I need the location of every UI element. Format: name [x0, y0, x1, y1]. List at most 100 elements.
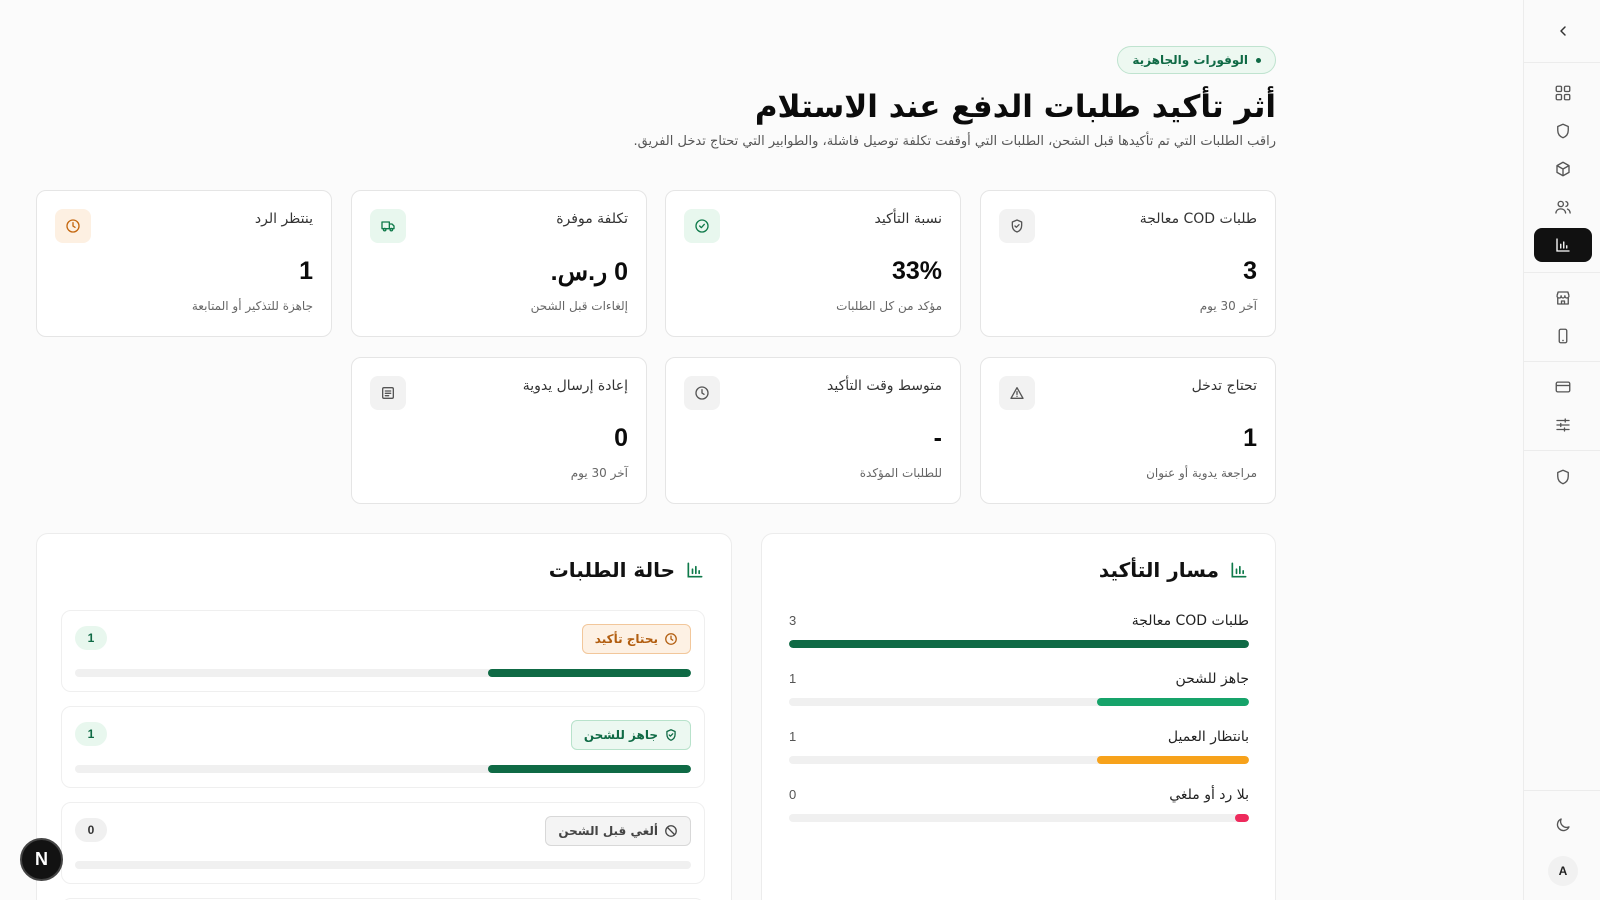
pipeline-track: [789, 756, 1249, 764]
stat-icon-wrap: [55, 209, 91, 243]
stat-note: مؤكد من كل الطلبات: [836, 299, 942, 313]
stat-value: -: [933, 424, 942, 452]
sidebar-rail: A: [1523, 0, 1600, 900]
shield-icon: [1557, 469, 1569, 485]
pipeline-count: 0: [789, 787, 797, 802]
section-pill: الوفورات والجاهزية: [1117, 46, 1276, 74]
nextjs-dev-button[interactable]: N: [20, 838, 63, 881]
stat-value: 0 ر.س.: [550, 258, 628, 286]
sidebar-item-mobile[interactable]: [1534, 319, 1592, 353]
pipeline-fill: [1235, 814, 1249, 822]
chevron-left-icon: [1559, 26, 1566, 36]
stat-icon-wrap: [370, 209, 406, 243]
status-badge-label: جاهز للشحن: [583, 728, 658, 742]
bar-chart-icon: [1556, 238, 1570, 252]
stat-icon-wrap: [370, 376, 406, 410]
stat-note: آخر 30 يوم: [1199, 299, 1257, 313]
stat-value: 1: [1243, 424, 1257, 452]
stat-card-needs-intervention: تحتاج تدخل 1 مراجعة يدوية أو عنوان: [980, 357, 1276, 504]
moon-icon: [1556, 818, 1570, 832]
stat-card-avg-confirm-time: متوسط وقت التأكيد - للطلبات المؤكدة: [665, 357, 961, 504]
rail-divider: [1524, 272, 1600, 273]
rail-divider: [1524, 790, 1600, 791]
status-badge: يحتاج تأكيد: [581, 624, 691, 654]
panel-title: مسار التأكيد: [1099, 558, 1249, 582]
stat-label: نسبة التأكيد: [874, 211, 942, 227]
pipeline-count: 1: [789, 729, 797, 744]
confirmation-pipeline-panel: مسار التأكيد طلبات COD معالجة 3 جاهز للش…: [761, 533, 1276, 900]
page-subtitle: راقب الطلبات التي تم تأكيدها قبل الشحن، …: [633, 133, 1276, 149]
status-badge: جاهز للشحن: [570, 720, 691, 750]
box-icon: [1556, 161, 1570, 177]
stat-icon-wrap: [999, 209, 1035, 243]
stat-note: جاهزة للتذكير أو المتابعة: [191, 299, 313, 313]
pipeline-track: [789, 814, 1249, 822]
stat-icon-wrap: [684, 376, 720, 410]
stat-value: 0: [614, 424, 628, 452]
sidebar-item-protection[interactable]: [1534, 114, 1592, 148]
sidebar-item-store[interactable]: [1534, 281, 1592, 315]
stat-card-confirmation-rate: نسبة التأكيد 33% مؤكد من كل الطلبات: [665, 190, 961, 337]
status-track: [75, 765, 691, 773]
phone-icon: [1558, 328, 1568, 344]
avatar[interactable]: A: [1548, 856, 1578, 886]
status-row[interactable]: ألغي قبل الشحن 0: [61, 802, 705, 884]
pipeline-fill: [789, 640, 1249, 648]
stat-note: للطلبات المؤكدة: [859, 466, 942, 480]
stat-note: مراجعة يدوية أو عنوان: [1146, 466, 1257, 480]
stat-card-cod-processed: طلبات COD معالجة 3 آخر 30 يوم: [980, 190, 1276, 337]
stat-card-manual-resend: إعادة إرسال يدوية 0 آخر 30 يوم: [351, 357, 647, 504]
stat-label: ينتظر الرد: [254, 211, 313, 227]
pipeline-label: بلا رد أو ملغي: [1169, 787, 1249, 803]
status-fill: [487, 669, 691, 677]
pill-dot: [1256, 57, 1261, 63]
stat-label: طلبات COD معالجة: [1139, 211, 1257, 227]
shield-icon: [1557, 123, 1569, 139]
stat-value: 33%: [891, 257, 942, 285]
pipeline-track: [789, 698, 1249, 706]
stat-note: إلغاءات قبل الشحن: [530, 299, 628, 313]
status-track: [75, 669, 691, 677]
pipeline-count: 1: [789, 671, 797, 686]
sidebar-item-settings[interactable]: [1534, 408, 1592, 442]
stat-note: آخر 30 يوم: [570, 466, 628, 480]
pipeline-label: بانتظار العميل: [1167, 729, 1249, 745]
sidebar-item-dashboard[interactable]: [1534, 76, 1592, 110]
collapse-sidebar-button[interactable]: [1524, 12, 1600, 50]
pipeline-track: [789, 640, 1249, 648]
rail-divider: [1524, 62, 1600, 63]
panel-title-text: مسار التأكيد: [1098, 558, 1219, 582]
status-badge: ألغي قبل الشحن: [545, 816, 691, 846]
stat-label: تكلفة موفرة: [556, 211, 628, 227]
pipeline-label: طلبات COD معالجة: [1131, 613, 1249, 629]
panel-title-text: حالة الطلبات: [548, 558, 675, 582]
section-pill-label: الوفورات والجاهزية: [1132, 53, 1248, 67]
warning-icon: [1010, 387, 1024, 399]
theme-toggle-button[interactable]: [1534, 808, 1592, 842]
bar-chart-icon: [1231, 562, 1247, 578]
stat-card-saved-cost: تكلفة موفرة 0 ر.س. إلغاءات قبل الشحن: [351, 190, 647, 337]
status-row[interactable]: جاهز للشحن 1: [61, 706, 705, 788]
stat-card-awaiting-reply: ينتظر الرد 1 جاهزة للتذكير أو المتابعة: [36, 190, 332, 337]
status-track: [75, 861, 691, 869]
stat-value: 1: [299, 257, 313, 285]
pipeline-row: طلبات COD معالجة 3: [789, 613, 1249, 663]
sidebar-item-security[interactable]: [1534, 460, 1592, 494]
sidebar-item-customers[interactable]: [1534, 190, 1592, 224]
credit-card-icon: [1555, 381, 1571, 393]
sidebar-item-payments[interactable]: [1534, 370, 1592, 404]
sidebar-item-analytics[interactable]: [1534, 228, 1592, 262]
stat-label: متوسط وقت التأكيد: [827, 378, 942, 394]
stat-label: إعادة إرسال يدوية: [522, 378, 628, 394]
pipeline-row: بلا رد أو ملغي 0: [789, 787, 1249, 837]
page-header: الوفورات والجاهزية أثر تأكيد طلبات الدفع…: [26, 46, 1276, 149]
sidebar-item-products[interactable]: [1534, 152, 1592, 186]
pipeline-fill: [1097, 756, 1249, 764]
clock-icon: [695, 386, 709, 400]
status-row[interactable]: يحتاج تأكيد 1: [61, 610, 705, 692]
clock-icon: [66, 219, 80, 233]
clock-icon: [665, 633, 677, 645]
ban-icon: [665, 825, 677, 837]
pipeline-label: جاهز للشحن: [1175, 671, 1249, 687]
status-badge-label: يحتاج تأكيد: [594, 632, 658, 646]
